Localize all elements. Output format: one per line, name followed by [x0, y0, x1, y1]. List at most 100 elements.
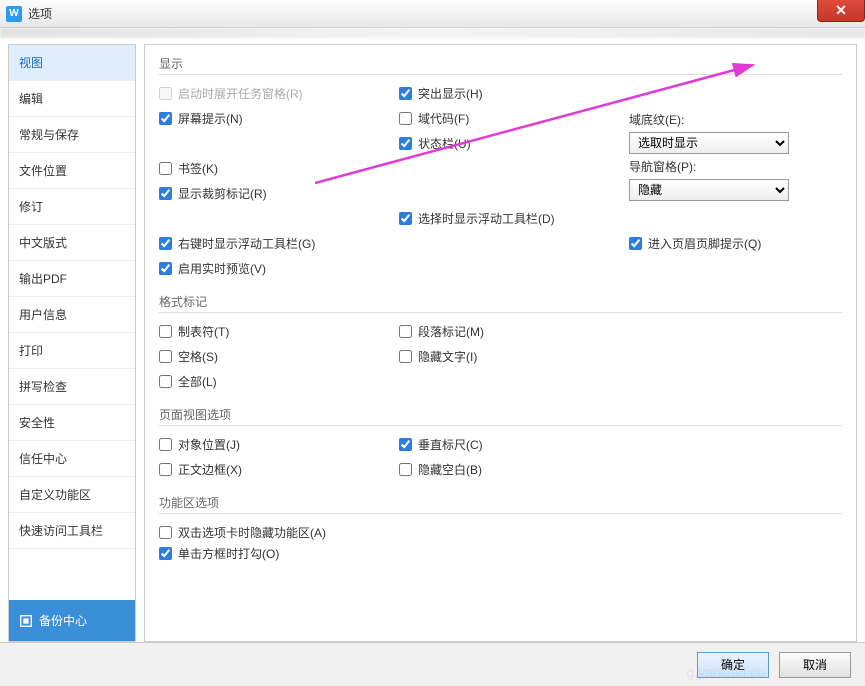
cancel-button[interactable]: 取消: [779, 652, 851, 678]
checkbox-label: 启动时展开任务窗格(R): [178, 85, 303, 102]
sidebar-item[interactable]: 修订: [9, 189, 135, 225]
sidebar-item[interactable]: 常规与保存: [9, 117, 135, 153]
checkbox-option[interactable]: 隐藏文字(I): [399, 346, 619, 367]
checkbox-label: 段落标记(M): [418, 323, 484, 340]
sidebar-item[interactable]: 信任中心: [9, 441, 135, 477]
checkbox-label: 域代码(F): [418, 110, 469, 127]
checkbox-option[interactable]: 书签(K): [159, 158, 389, 179]
checkbox-label: 选择时显示浮动工具栏(D): [418, 210, 555, 227]
checkbox-label: 书签(K): [178, 160, 218, 177]
checkbox[interactable]: [629, 237, 642, 250]
checkbox-option[interactable]: 屏幕提示(N): [159, 108, 389, 129]
group-heading: 格式标记: [159, 293, 842, 313]
checkbox-option[interactable]: 选择时显示浮动工具栏(D): [399, 208, 619, 229]
content-panel: 显示 启动时展开任务窗格(R)突出显示(H)域底纹(E):选取时显示导航窗格(P…: [144, 44, 857, 642]
checkbox-label: 全部(L): [178, 373, 217, 390]
checkbox-label: 正文边框(X): [178, 461, 242, 478]
checkbox[interactable]: [159, 350, 172, 363]
field-shading-select[interactable]: 选取时显示: [629, 132, 789, 154]
checkbox[interactable]: [399, 137, 412, 150]
sidebar-item[interactable]: 安全性: [9, 405, 135, 441]
group-heading: 页面视图选项: [159, 406, 842, 426]
checkbox-option[interactable]: 段落标记(M): [399, 321, 619, 342]
checkbox[interactable]: [159, 237, 172, 250]
checkbox-option[interactable]: 制表符(T): [159, 321, 389, 342]
checkbox[interactable]: [399, 87, 412, 100]
checkbox[interactable]: [159, 112, 172, 125]
checkbox-option[interactable]: 对象位置(J): [159, 434, 389, 455]
sidebar: 视图编辑常规与保存文件位置修订中文版式输出PDF用户信息打印拼写检查安全性信任中…: [8, 44, 136, 642]
checkbox-label: 制表符(T): [178, 323, 229, 340]
checkbox-label: 右键时显示浮动工具栏(G): [178, 235, 315, 252]
sidebar-item[interactable]: 编辑: [9, 81, 135, 117]
checkbox[interactable]: [399, 463, 412, 476]
checkbox-option[interactable]: 全部(L): [159, 371, 389, 392]
checkbox[interactable]: [399, 112, 412, 125]
checkbox-label: 突出显示(H): [418, 85, 483, 102]
backup-icon: [19, 614, 33, 628]
ok-button[interactable]: 确定: [697, 652, 769, 678]
sidebar-item[interactable]: 自定义功能区: [9, 477, 135, 513]
group-ribbon: 功能区选项 双击选项卡时隐藏功能区(A) 单击方框时打勾(O): [159, 494, 842, 564]
checkbox-label: 单击方框时打勾(O): [178, 545, 279, 562]
nav-pane-label: 导航窗格(P):: [629, 158, 809, 175]
checkbox-option[interactable]: 启用实时预览(V): [159, 258, 389, 279]
checkbox-label: 隐藏文字(I): [418, 348, 477, 365]
checkbox-label: 空格(S): [178, 348, 218, 365]
checkbox[interactable]: [159, 325, 172, 338]
checkbox-option[interactable]: 状态栏(U): [399, 133, 619, 154]
checkbox-option[interactable]: 单击方框时打勾(O): [159, 543, 842, 564]
checkbox[interactable]: [159, 375, 172, 388]
sidebar-item[interactable]: 拼写检查: [9, 369, 135, 405]
sidebar-item[interactable]: 快速访问工具栏: [9, 513, 135, 549]
dialog-footer: g.yancald.co 确定 取消: [0, 642, 865, 686]
checkbox-option[interactable]: 右键时显示浮动工具栏(G): [159, 233, 389, 254]
checkbox-label: 进入页眉页脚提示(Q): [648, 235, 761, 252]
checkbox-option[interactable]: 显示裁剪标记(R): [159, 183, 389, 204]
checkbox-option[interactable]: 垂直标尺(C): [399, 434, 619, 455]
checkbox-label: 显示裁剪标记(R): [178, 185, 267, 202]
backup-label: 备份中心: [39, 612, 87, 629]
backup-center-button[interactable]: 备份中心: [9, 600, 135, 641]
checkbox[interactable]: [399, 212, 412, 225]
checkbox[interactable]: [159, 438, 172, 451]
sidebar-list: 视图编辑常规与保存文件位置修订中文版式输出PDF用户信息打印拼写检查安全性信任中…: [9, 45, 135, 600]
titlebar: W 选项 ✕: [0, 0, 865, 28]
checkbox[interactable]: [159, 463, 172, 476]
group-heading: 显示: [159, 55, 842, 75]
close-button[interactable]: ✕: [817, 0, 865, 22]
window-title: 选项: [28, 5, 52, 22]
checkbox-option[interactable]: 正文边框(X): [159, 459, 389, 480]
sidebar-item[interactable]: 中文版式: [9, 225, 135, 261]
checkbox-label: 启用实时预览(V): [178, 260, 266, 277]
checkbox-label: 隐藏空白(B): [418, 461, 482, 478]
checkbox-option[interactable]: 空格(S): [159, 346, 389, 367]
checkbox-option[interactable]: 域代码(F): [399, 108, 619, 129]
checkbox[interactable]: [159, 547, 172, 560]
sidebar-item[interactable]: 视图: [9, 45, 135, 81]
checkbox[interactable]: [159, 162, 172, 175]
sidebar-item[interactable]: 用户信息: [9, 297, 135, 333]
checkbox-label: 垂直标尺(C): [418, 436, 483, 453]
checkbox[interactable]: [159, 526, 172, 539]
decorative-strip: [0, 28, 865, 38]
sidebar-item[interactable]: 打印: [9, 333, 135, 369]
checkbox[interactable]: [399, 350, 412, 363]
checkbox-option[interactable]: 隐藏空白(B): [399, 459, 619, 480]
group-marks: 格式标记 制表符(T) 段落标记(M) 空格(S) 隐藏文字(I) 全部(L): [159, 293, 842, 392]
checkbox-option[interactable]: 突出显示(H): [399, 83, 619, 104]
checkbox[interactable]: [159, 187, 172, 200]
sidebar-item[interactable]: 输出PDF: [9, 261, 135, 297]
checkbox-option[interactable]: 双击选项卡时隐藏功能区(A): [159, 522, 842, 543]
group-heading: 功能区选项: [159, 494, 842, 514]
checkbox[interactable]: [399, 325, 412, 338]
checkbox-option[interactable]: 进入页眉页脚提示(Q): [629, 233, 809, 254]
checkbox[interactable]: [399, 438, 412, 451]
group-pageview: 页面视图选项 对象位置(J) 垂直标尺(C) 正文边框(X) 隐藏空白(B): [159, 406, 842, 480]
checkbox[interactable]: [159, 262, 172, 275]
checkbox: [159, 87, 172, 100]
sidebar-item[interactable]: 文件位置: [9, 153, 135, 189]
app-icon: W: [6, 6, 22, 22]
nav-pane-select[interactable]: 隐藏: [629, 179, 789, 201]
checkbox-label: 状态栏(U): [418, 135, 471, 152]
